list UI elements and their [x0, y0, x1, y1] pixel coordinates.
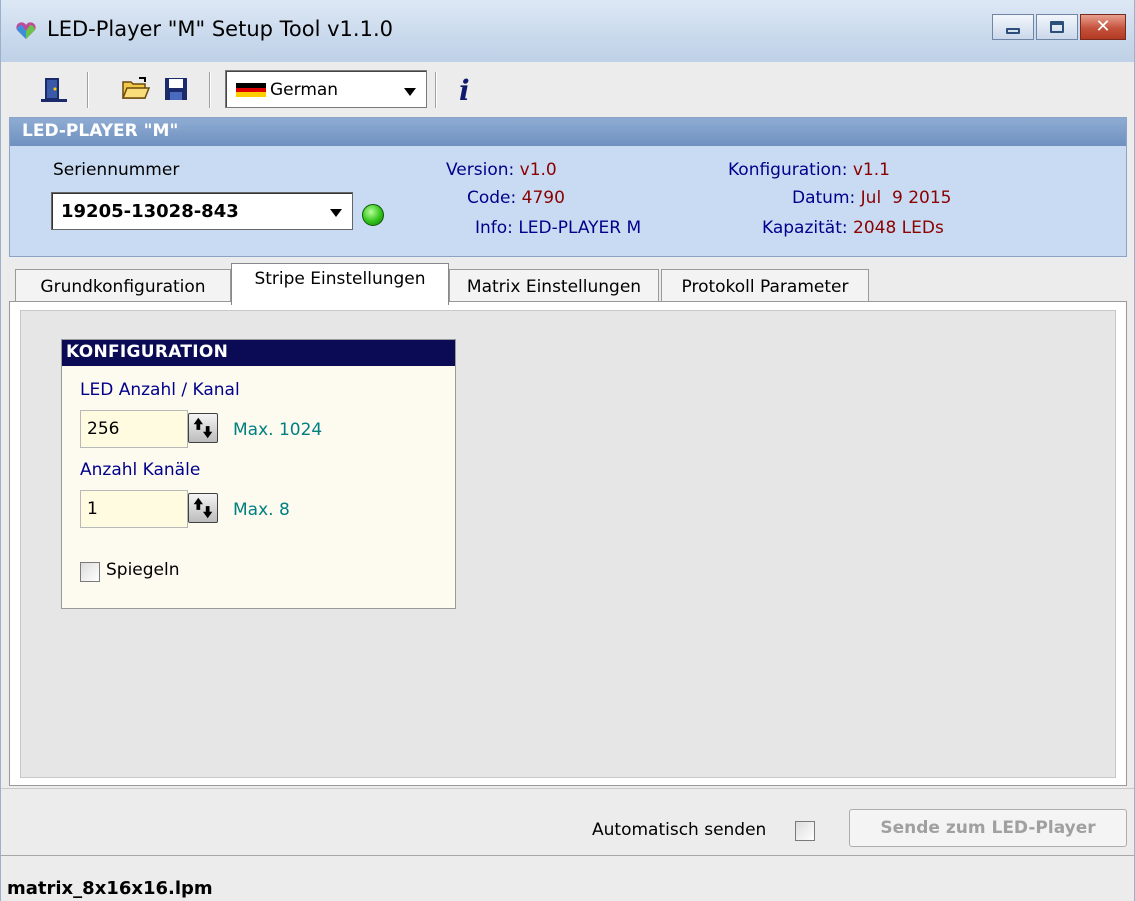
serial-number-label: Seriennummer [53, 160, 180, 180]
flag-stripe-gold [236, 92, 266, 97]
info-icon[interactable]: i [459, 74, 470, 107]
device-info-panel: LED-PLAYER "M" Seriennummer 19205-13028-… [9, 117, 1127, 257]
minimize-icon [1006, 28, 1020, 34]
date-row: Datum: Jul 9 2015 [792, 188, 951, 208]
capacity-label: Kapazität: [762, 218, 848, 238]
app-window: LED-Player "M" Setup Tool v1.1.0 ✕ Germa… [0, 0, 1135, 901]
channels-label: Anzahl Kanäle [80, 460, 201, 480]
maximize-button[interactable] [1036, 14, 1078, 40]
tab-stripe-einstellungen[interactable]: Stripe Einstellungen [231, 263, 449, 305]
info-label: Info: [475, 218, 513, 238]
serial-number-select[interactable]: 19205-13028-843 [51, 192, 353, 230]
tab-matrix-einstellungen[interactable]: Matrix Einstellungen [449, 269, 659, 305]
open-folder-icon[interactable] [121, 74, 151, 104]
close-button[interactable]: ✕ [1080, 14, 1126, 40]
config-row: Konfiguration: v1.1 [728, 160, 890, 180]
led-count-max: Max. 1024 [233, 420, 323, 440]
tab-protokoll-parameter[interactable]: Protokoll Parameter [661, 269, 869, 305]
led-count-spinner-icon[interactable] [188, 413, 218, 443]
toolbar-separator [209, 72, 211, 108]
chevron-down-icon [404, 88, 416, 96]
auto-send-checkbox[interactable] [795, 821, 815, 841]
toolbar: German i [1, 62, 1134, 114]
channels-spinner-icon[interactable] [188, 493, 218, 523]
maximize-icon [1050, 21, 1064, 33]
minimize-button[interactable] [992, 14, 1034, 40]
code-value: 4790 [521, 188, 565, 208]
led-count-label: LED Anzahl / Kanal [80, 380, 240, 400]
window-title: LED-Player "M" Setup Tool v1.1.0 [47, 17, 393, 41]
mirror-checkbox[interactable] [80, 562, 100, 582]
konfiguration-group: KONFIGURATION LED Anzahl / Kanal 256 Max… [61, 339, 456, 609]
status-file-name: matrix_8x16x16.lpm [7, 878, 213, 899]
mirror-label: Spiegeln [106, 560, 180, 580]
date-label: Datum: [792, 188, 856, 208]
tab-bar: Grundkonfiguration Stripe Einstellungen … [9, 263, 1127, 305]
konfiguration-header: KONFIGURATION [62, 340, 455, 366]
config-value: v1.1 [852, 160, 890, 180]
tab-content-area: KONFIGURATION LED Anzahl / Kanal 256 Max… [20, 310, 1116, 778]
chevron-down-icon [330, 209, 342, 217]
tab-grundkonfiguration[interactable]: Grundkonfiguration [15, 269, 231, 305]
send-to-led-player-button[interactable]: Sende zum LED-Player [849, 809, 1127, 847]
serial-number-value: 19205-13028-843 [61, 201, 239, 222]
auto-send-label: Automatisch senden [592, 820, 767, 840]
language-select[interactable]: German [225, 70, 427, 108]
title-bar[interactable]: LED-Player "M" Setup Tool v1.1.0 ✕ [1, 0, 1134, 62]
capacity-row: Kapazität: 2048 LEDs [762, 218, 944, 238]
code-row: Code: 4790 [467, 188, 565, 208]
close-icon: ✕ [1095, 16, 1111, 37]
exit-door-icon[interactable] [39, 74, 69, 104]
info-row: Info: LED-PLAYER M [475, 218, 641, 238]
config-label: Konfiguration: [728, 160, 848, 180]
version-value: v1.0 [519, 160, 557, 180]
toolbar-separator [435, 72, 437, 108]
action-bar: Automatisch senden Sende zum LED-Player [1, 788, 1134, 854]
info-value: LED-PLAYER M [518, 218, 642, 238]
window-controls: ✕ [992, 14, 1126, 40]
tab-page-stripe: KONFIGURATION LED Anzahl / Kanal 256 Max… [9, 301, 1127, 786]
heart-app-icon [16, 22, 36, 39]
code-label: Code: [467, 188, 517, 208]
date-value: Jul 9 2015 [860, 188, 952, 208]
version-label: Version: [446, 160, 515, 180]
toolbar-separator [87, 72, 89, 108]
connection-status-led-icon [362, 204, 384, 226]
led-count-input[interactable]: 256 [80, 410, 188, 448]
device-panel-header: LED-PLAYER "M" [10, 118, 1126, 146]
version-row: Version: v1.0 [446, 160, 557, 180]
status-bar: matrix_8x16x16.lpm [1, 855, 1134, 901]
save-disk-icon[interactable] [161, 74, 191, 104]
channels-input[interactable]: 1 [80, 490, 188, 528]
german-flag-icon [236, 83, 266, 97]
capacity-value: 2048 LEDs [853, 218, 944, 238]
language-label: German [270, 80, 339, 100]
channels-max: Max. 8 [233, 500, 290, 520]
